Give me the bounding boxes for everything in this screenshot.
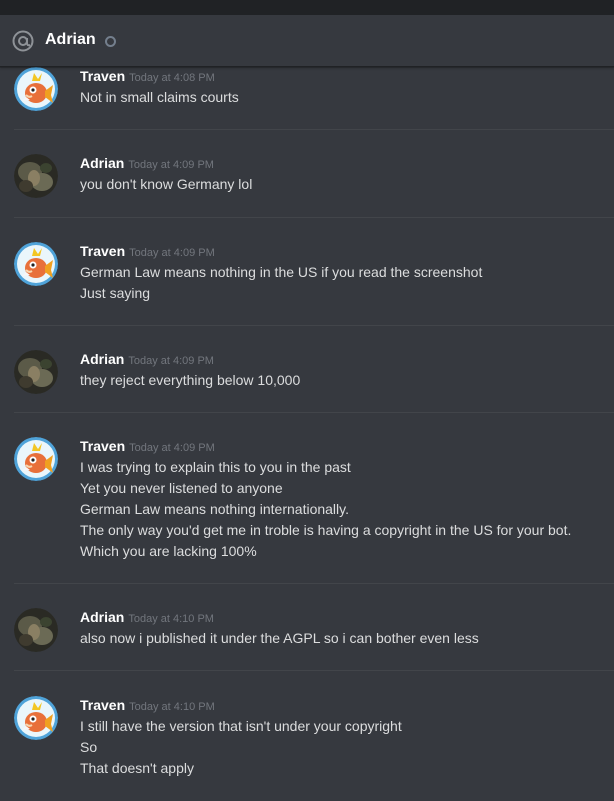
message-author[interactable]: Traven Today at 4:10 PM (80, 697, 215, 713)
message-line: also now i published it under the AGPL s… (80, 630, 479, 646)
message-line: The only way you'd get me in troble is h… (80, 522, 572, 538)
message-list[interactable]: Traven Today at 4:08 PM Not in small clai… (0, 67, 614, 801)
at-sign-icon (12, 30, 34, 52)
message-timestamp: Today at 4:09 PM (128, 355, 214, 367)
magikarp-avatar[interactable] (14, 696, 58, 740)
message-line: That doesn't apply (80, 760, 194, 776)
window-top-strip (0, 0, 614, 15)
message-divider (14, 129, 614, 130)
message-line: Which you are lacking 100% (80, 543, 257, 559)
dark-photo-avatar[interactable] (14, 608, 58, 652)
message-timestamp: Today at 4:09 PM (128, 159, 214, 171)
message-author[interactable]: Traven Today at 4:09 PM (80, 438, 215, 454)
message-line: I was trying to explain this to you in t… (80, 459, 351, 475)
message-line: So (80, 739, 98, 755)
channel-header: Adrian (0, 15, 614, 67)
message-author[interactable]: Adrian Today at 4:09 PM (80, 155, 214, 171)
message-timestamp: Today at 4:09 PM (129, 442, 215, 454)
message-timestamp: Today at 4:09 PM (129, 247, 215, 259)
message-timestamp: Today at 4:10 PM (129, 701, 215, 713)
message-divider (14, 583, 614, 584)
magikarp-avatar[interactable] (14, 67, 58, 111)
dark-photo-avatar[interactable] (14, 350, 58, 394)
message-divider (14, 325, 614, 326)
message-author[interactable]: Adrian Today at 4:09 PM (80, 351, 214, 367)
message-divider (14, 217, 614, 218)
offline-status-icon (105, 36, 116, 47)
message-author[interactable]: Adrian Today at 4:10 PM (80, 609, 214, 625)
message-line: you don't know Germany lol (80, 176, 253, 192)
magikarp-avatar[interactable] (14, 242, 58, 286)
message-line: Not in small claims courts (80, 89, 239, 105)
message-divider (14, 412, 614, 413)
message-timestamp: Today at 4:08 PM (129, 72, 215, 84)
message-timestamp: Today at 4:10 PM (128, 613, 214, 625)
message-line: Yet you never listened to anyone (80, 480, 283, 496)
message-line: Just saying (80, 285, 151, 301)
message-line: German Law means nothing in the US if yo… (80, 264, 483, 280)
message-line: German Law means nothing internationally… (80, 501, 350, 517)
message-author[interactable]: Traven Today at 4:09 PM (80, 243, 215, 259)
message-author[interactable]: Traven Today at 4:08 PM (80, 68, 215, 84)
message-line: I still have the version that isn't unde… (80, 718, 402, 734)
dark-photo-avatar[interactable] (14, 154, 58, 198)
dm-recipient-name[interactable]: Adrian (45, 31, 96, 49)
message-divider (14, 670, 614, 671)
message-line: they reject everything below 10,000 (80, 372, 301, 388)
magikarp-avatar[interactable] (14, 437, 58, 481)
